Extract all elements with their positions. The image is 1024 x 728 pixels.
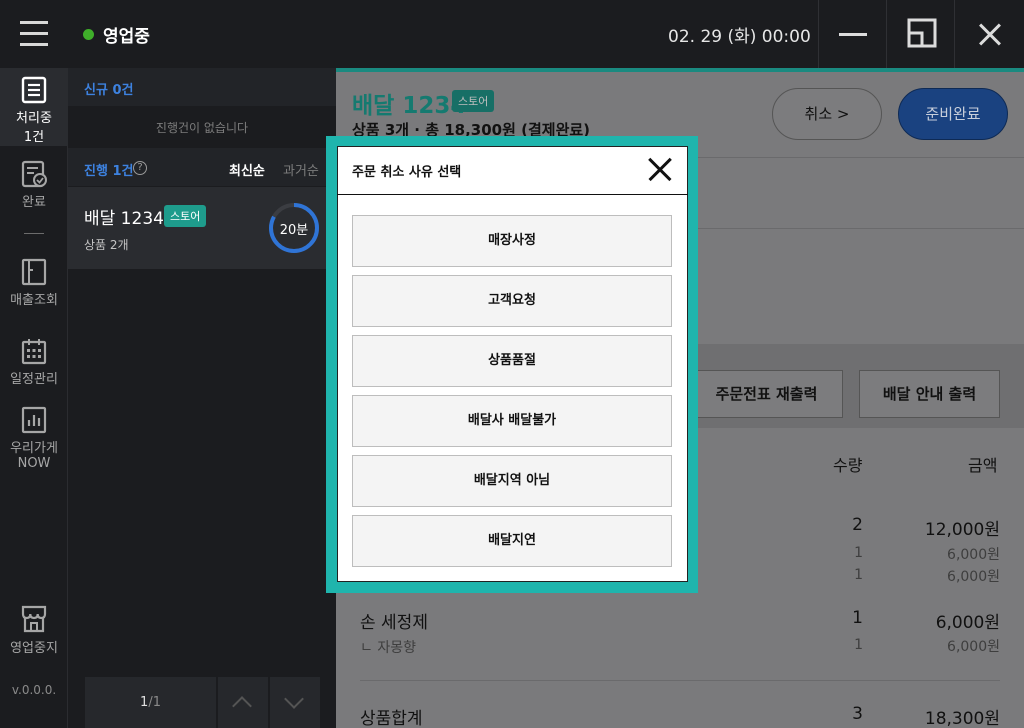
reason-out-of-area-button[interactable]: 배달지역 아님 bbox=[352, 455, 672, 507]
reason-customer-request-button[interactable]: 고객요청 bbox=[352, 275, 672, 327]
reason-store-circumstance-button[interactable]: 매장사정 bbox=[352, 215, 672, 267]
dialog-divider bbox=[337, 194, 688, 195]
close-icon[interactable] bbox=[646, 156, 674, 184]
reason-out-of-stock-button[interactable]: 상품품절 bbox=[352, 335, 672, 387]
dialog-title: 주문 취소 사유 선택 bbox=[352, 165, 462, 180]
reason-courier-unavailable-button[interactable]: 배달사 배달불가 bbox=[352, 395, 672, 447]
reason-delivery-delay-button[interactable]: 배달지연 bbox=[352, 515, 672, 567]
